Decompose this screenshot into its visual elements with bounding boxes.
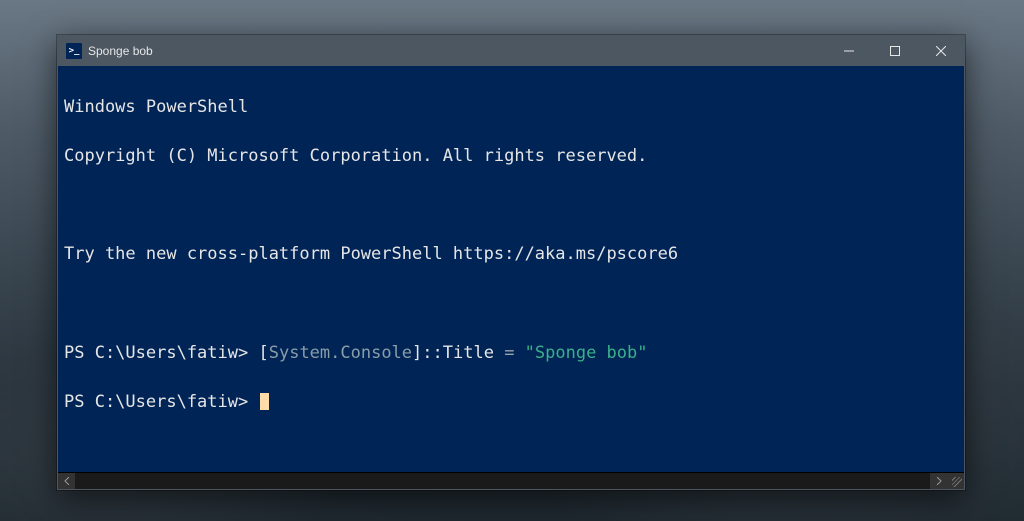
minimize-button[interactable]: [826, 36, 872, 66]
window-title: Sponge bob: [88, 44, 153, 58]
cursor: [260, 393, 269, 410]
string-literal: "Sponge bob": [525, 343, 648, 363]
terminal-line: Copyright (C) Microsoft Corporation. All…: [64, 144, 958, 169]
terminal-line: Try the new cross-platform PowerShell ht…: [64, 242, 958, 267]
terminal-command-line: PS C:\Users\fatiw> [System.Console]::Tit…: [64, 341, 958, 366]
terminal-line: [64, 292, 958, 317]
resize-grip[interactable]: [947, 473, 964, 489]
close-button[interactable]: [918, 36, 964, 66]
bracket-open: [: [258, 343, 268, 363]
terminal-line: [64, 193, 958, 218]
powershell-window: >_ Sponge bob Windows PowerShell Copyrig…: [57, 35, 965, 490]
prompt: PS C:\Users\fatiw>: [64, 392, 248, 412]
terminal-output[interactable]: Windows PowerShell Copyright (C) Microso…: [58, 66, 964, 472]
scroll-left-button[interactable]: [58, 473, 75, 489]
terminal-line: Windows PowerShell: [64, 95, 958, 120]
horizontal-scrollbar[interactable]: [58, 472, 964, 489]
bracket-close: ]: [412, 343, 422, 363]
assign-op: =: [494, 343, 525, 363]
property-name: Title: [443, 343, 494, 363]
prompt: PS C:\Users\fatiw>: [64, 343, 248, 363]
maximize-button[interactable]: [872, 36, 918, 66]
powershell-icon: >_: [66, 43, 82, 59]
type-name: System.Console: [269, 343, 412, 363]
window-titlebar[interactable]: >_ Sponge bob: [58, 36, 964, 66]
scrollbar-track[interactable]: [75, 473, 930, 489]
accessor: ::: [422, 343, 442, 363]
scroll-right-button[interactable]: [930, 473, 947, 489]
terminal-prompt-line: PS C:\Users\fatiw>: [64, 390, 958, 415]
